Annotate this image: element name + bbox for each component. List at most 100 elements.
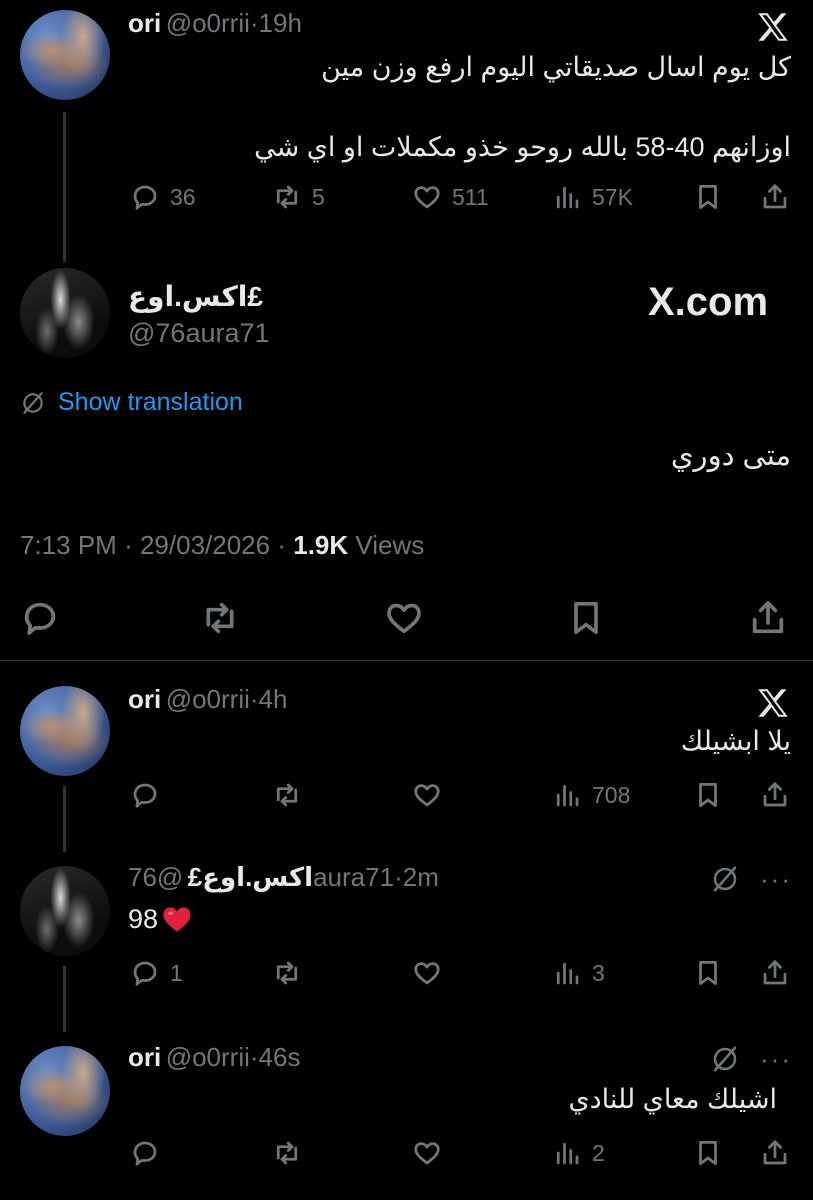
like-button[interactable] [412, 1138, 442, 1168]
reply-button[interactable] [130, 780, 160, 810]
views-icon [556, 784, 579, 807]
views-button[interactable]: 708 [552, 780, 630, 810]
views-label: Views [355, 530, 425, 560]
tweet-meta: 7:13 PM · 29/03/2026 · 1.9K Views [20, 530, 424, 561]
bookmark-button[interactable] [693, 958, 723, 988]
separator: · [394, 862, 403, 892]
translate-icon[interactable] [710, 864, 740, 894]
author-name[interactable]: اكس.اوع£ [128, 280, 263, 313]
views-count: 3 [592, 959, 605, 986]
share-button[interactable] [760, 182, 790, 212]
separator: · [249, 8, 259, 38]
share-icon [763, 782, 787, 807]
thread-line [63, 966, 66, 1032]
avatar[interactable] [20, 268, 110, 358]
show-translation-label: Show translation [58, 388, 243, 416]
tweet-header: ori @o0rrii·19h [128, 8, 302, 39]
reply-button[interactable]: 36 [130, 182, 196, 212]
author-handle[interactable]: @o0rrii [166, 684, 250, 714]
separator: · [249, 1042, 259, 1072]
repost-button[interactable] [272, 780, 302, 810]
repost-button[interactable] [272, 1138, 302, 1168]
reply-button[interactable] [20, 598, 60, 638]
avatar[interactable] [20, 866, 110, 956]
timestamp[interactable]: 2m [403, 862, 439, 892]
heart-icon [414, 784, 440, 807]
repost-button[interactable] [272, 958, 302, 988]
more-options-button[interactable]: ··· [760, 864, 792, 895]
heart-icon [414, 1142, 440, 1165]
like-button[interactable] [384, 598, 424, 638]
bookmark-icon [699, 961, 717, 985]
reply-button[interactable]: 1 [130, 958, 183, 988]
repost-button[interactable]: 5 [272, 182, 325, 212]
repost-icon [206, 602, 234, 634]
reply-header: ori @o0rrii·4h [128, 684, 287, 715]
reply-button[interactable] [130, 1138, 160, 1168]
reply-text-value: 98 [128, 903, 159, 934]
bookmark-button[interactable] [693, 780, 723, 810]
views-icon [556, 186, 579, 209]
tweet-text: متى دوري [670, 440, 791, 472]
views-count: 57K [592, 183, 633, 210]
share-button[interactable] [760, 780, 790, 810]
author-name[interactable]: ori [128, 684, 161, 714]
timestamp[interactable]: 46s [259, 1042, 301, 1072]
author-handle[interactable]: @o0rrii [166, 8, 250, 38]
tweet-time[interactable]: 7:13 PM [20, 530, 117, 560]
repost-count: 5 [312, 183, 325, 210]
more-options-button[interactable]: ··· [760, 1044, 792, 1075]
timestamp[interactable]: 4h [259, 684, 288, 714]
author-name[interactable]: ori [128, 1042, 161, 1072]
tweet-date[interactable]: 29/03/2026 [140, 530, 270, 560]
author-handle[interactable]: @76aura71 [128, 318, 270, 349]
bookmark-button[interactable] [566, 598, 606, 638]
avatar[interactable] [20, 1046, 110, 1136]
tweet-text-line-1: كل يوم اسال صديقاتي اليوم ارفع وزن مين [321, 52, 791, 82]
bookmark-button[interactable] [693, 1138, 723, 1168]
repost-icon [276, 1141, 298, 1165]
avatar[interactable] [20, 686, 110, 776]
translate-icon [23, 391, 43, 414]
reply-text: 98 [128, 902, 194, 936]
bookmark-icon [699, 783, 717, 807]
separator: · [249, 684, 259, 714]
red-heart-icon [163, 907, 191, 932]
like-button[interactable]: 511 [412, 182, 489, 212]
reply-count: 36 [170, 183, 196, 210]
repost-icon [276, 783, 298, 807]
like-count: 511 [452, 183, 489, 210]
views-count: 708 [592, 781, 631, 808]
share-button[interactable] [760, 1138, 790, 1168]
reply-text: يلا ابشيلك [680, 726, 791, 756]
like-button[interactable] [412, 958, 442, 988]
views-button[interactable]: 2 [552, 1138, 605, 1168]
share-icon [763, 184, 787, 209]
reply-icon [133, 961, 157, 986]
heart-icon [387, 603, 421, 634]
author-name[interactable]: اكس.اوع£ [188, 862, 313, 892]
share-button[interactable] [748, 598, 788, 638]
share-button[interactable] [760, 958, 790, 988]
bookmark-button[interactable] [693, 182, 723, 212]
divider [0, 660, 813, 661]
views-button[interactable]: 3 [552, 958, 605, 988]
avatar[interactable] [20, 10, 110, 100]
reply-icon [24, 602, 56, 635]
author-name[interactable]: ori [128, 8, 161, 38]
views-button[interactable]: 57K [552, 182, 633, 212]
author-handle[interactable]: @o0rrii [166, 1042, 250, 1072]
timestamp[interactable]: 19h [259, 8, 302, 38]
separator: · [124, 530, 133, 560]
bookmark-icon [699, 185, 717, 209]
views-icon [556, 962, 579, 985]
show-translation-link[interactable]: Show translation [20, 388, 243, 417]
share-icon [763, 960, 787, 985]
thread-line [63, 786, 66, 852]
repost-button[interactable] [200, 598, 240, 638]
like-button[interactable] [412, 780, 442, 810]
separator: · [277, 530, 287, 560]
reply-icon [133, 1141, 157, 1166]
translate-icon[interactable] [710, 1044, 740, 1074]
bookmark-icon [699, 1141, 717, 1165]
